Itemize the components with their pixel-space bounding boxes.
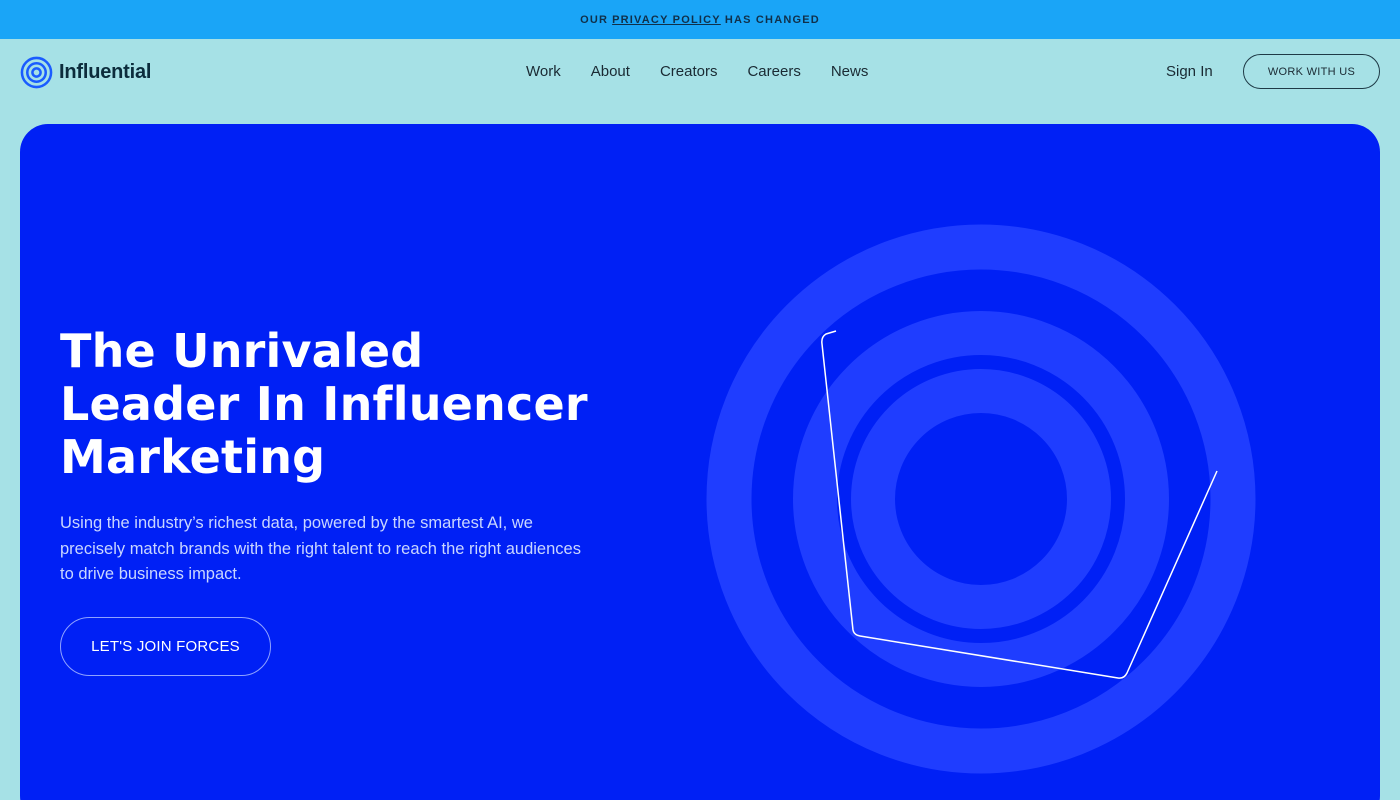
nav-item-careers[interactable]: Careers: [732, 61, 815, 83]
concentric-circles-logo-icon: [20, 56, 53, 88]
nav-item-about[interactable]: About: [576, 61, 645, 83]
hero-section: The Unrivaled Leader In Influencer Marke…: [20, 124, 1380, 800]
banner-suffix: HAS CHANGED: [724, 13, 820, 26]
site-header: Influential Work About Creators Careers …: [0, 39, 1400, 105]
announcement-banner: OUR PRIVACY POLICY HAS CHANGED: [0, 0, 1400, 39]
nav-item-creators[interactable]: Creators: [645, 61, 733, 83]
privacy-policy-link[interactable]: PRIVACY POLICY: [612, 14, 721, 26]
sign-in-link[interactable]: Sign In: [1166, 61, 1213, 83]
hero-title-line-1: The Unrivaled: [60, 324, 424, 378]
work-with-us-button[interactable]: WORK WITH US: [1243, 54, 1380, 89]
site-logo[interactable]: Influential: [20, 55, 151, 89]
nav-item-work[interactable]: Work: [511, 61, 576, 83]
hero-title-line-2: Leader In Influencer: [60, 377, 588, 431]
join-forces-button[interactable]: LET'S JOIN FORCES: [60, 617, 271, 676]
hero-title-line-3: Marketing: [60, 430, 326, 484]
hero-title: The Unrivaled Leader In Influencer Marke…: [60, 325, 620, 484]
inner-ring: [851, 369, 1111, 629]
main-nav: Work About Creators Careers News: [511, 61, 883, 83]
nav-item-news[interactable]: News: [816, 61, 884, 83]
hero-description: Using the industry’s richest data, power…: [60, 514, 581, 583]
banner-prefix: OUR: [580, 13, 609, 26]
logo-text: Influential: [59, 60, 152, 83]
